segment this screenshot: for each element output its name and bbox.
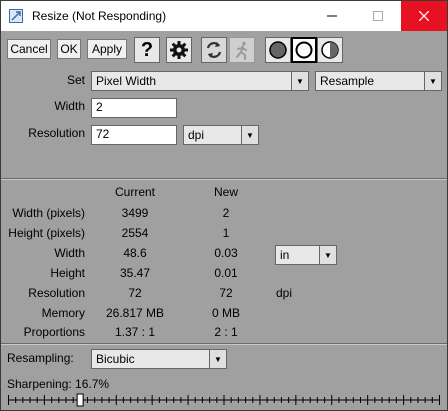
current-value: 26.817 MB [105, 306, 165, 320]
row-label: Width (pixels) [12, 206, 85, 220]
current-value: 72 [128, 286, 142, 300]
chevron-down-icon: ▼ [424, 72, 441, 90]
method-value: Resample [320, 74, 375, 88]
circle-half-icon [321, 41, 339, 59]
row-label: Height [50, 266, 85, 280]
resolution-unit-text: dpi [276, 286, 293, 300]
new-value: 2 [222, 206, 230, 220]
dialog-body: Cancel OK Apply ? Set Pixel Width ▼ Resa… [1, 31, 447, 410]
chevron-down-icon: ▼ [291, 72, 308, 90]
resampling-dropdown[interactable]: Bicubic ▼ [91, 349, 227, 369]
resize-dialog: Resize (Not Responding) Cancel OK Apply … [0, 0, 448, 411]
current-value: 48.6 [123, 246, 147, 260]
gear-icon [170, 41, 188, 59]
running-figure-icon [236, 41, 247, 60]
sharpening-slider[interactable] [8, 393, 440, 407]
mode-button-open[interactable] [291, 37, 317, 63]
set-dropdown[interactable]: Pixel Width ▼ [91, 71, 309, 91]
title-bar: Resize (Not Responding) [1, 1, 447, 31]
set-value: Pixel Width [96, 74, 157, 88]
method-dropdown[interactable]: Resample ▼ [315, 71, 442, 91]
mode-button-filled[interactable] [265, 37, 291, 63]
new-value: 1 [222, 226, 230, 240]
size-unit-dropdown[interactable]: in ▼ [275, 245, 337, 265]
sharpening-label: Sharpening: 16.7% [7, 377, 110, 391]
close-icon [419, 11, 429, 21]
set-label: Set [66, 73, 85, 87]
ok-button[interactable]: OK [57, 39, 81, 59]
width-input[interactable]: 2 [91, 98, 177, 118]
new-value: 0.01 [214, 266, 238, 280]
circle-open-icon [295, 41, 313, 59]
divider [1, 178, 447, 180]
row-label: Height (pixels) [8, 226, 85, 240]
chevron-down-icon: ▼ [209, 350, 226, 368]
help-button[interactable]: ? [134, 37, 160, 63]
circle-filled-icon [269, 41, 287, 59]
divider [1, 343, 447, 345]
current-value: 35.47 [119, 266, 151, 280]
current-value: 1.37 : 1 [114, 325, 156, 339]
resampling-value: Bicubic [96, 352, 135, 366]
settings-button[interactable] [166, 37, 192, 63]
close-button[interactable] [401, 1, 447, 31]
size-unit-value: in [280, 248, 290, 262]
slider-thumb[interactable] [76, 393, 84, 407]
mode-button-half[interactable] [317, 37, 343, 63]
new-value: 0 MB [211, 306, 240, 320]
question-icon: ? [140, 39, 154, 61]
chevron-down-icon: ▼ [241, 126, 258, 144]
minimize-icon [327, 15, 337, 17]
width-label: Width [54, 99, 85, 113]
window-title: Resize (Not Responding) [32, 9, 167, 23]
maximize-button[interactable] [355, 1, 401, 31]
row-label: Resolution [28, 286, 85, 300]
resolution-input[interactable]: 72 [91, 125, 177, 145]
new-value: 0.03 [214, 246, 238, 260]
row-label: Width [54, 246, 85, 260]
maximize-icon [373, 11, 383, 21]
current-value: 3499 [121, 206, 149, 220]
resampling-label: Resampling: [7, 351, 74, 365]
resolution-unit-dropdown[interactable]: dpi ▼ [183, 125, 259, 145]
chevron-down-icon: ▼ [319, 246, 336, 264]
refresh-icon [206, 42, 222, 58]
resolution-label: Resolution [28, 126, 85, 140]
new-value: 2 : 1 [214, 325, 238, 339]
cancel-button[interactable]: Cancel [7, 39, 51, 59]
new-header: New [213, 185, 238, 199]
apply-button[interactable]: Apply [87, 39, 127, 59]
resolution-unit-value: dpi [188, 128, 205, 142]
row-label: Memory [41, 306, 85, 320]
current-value: 2554 [121, 226, 149, 240]
run-button[interactable] [229, 37, 255, 63]
minimize-button[interactable] [309, 1, 355, 31]
new-value: 72 [219, 286, 233, 300]
row-label: Proportions [23, 325, 85, 339]
refresh-button[interactable] [201, 37, 227, 63]
current-header: Current [114, 185, 155, 199]
app-icon [9, 9, 23, 23]
